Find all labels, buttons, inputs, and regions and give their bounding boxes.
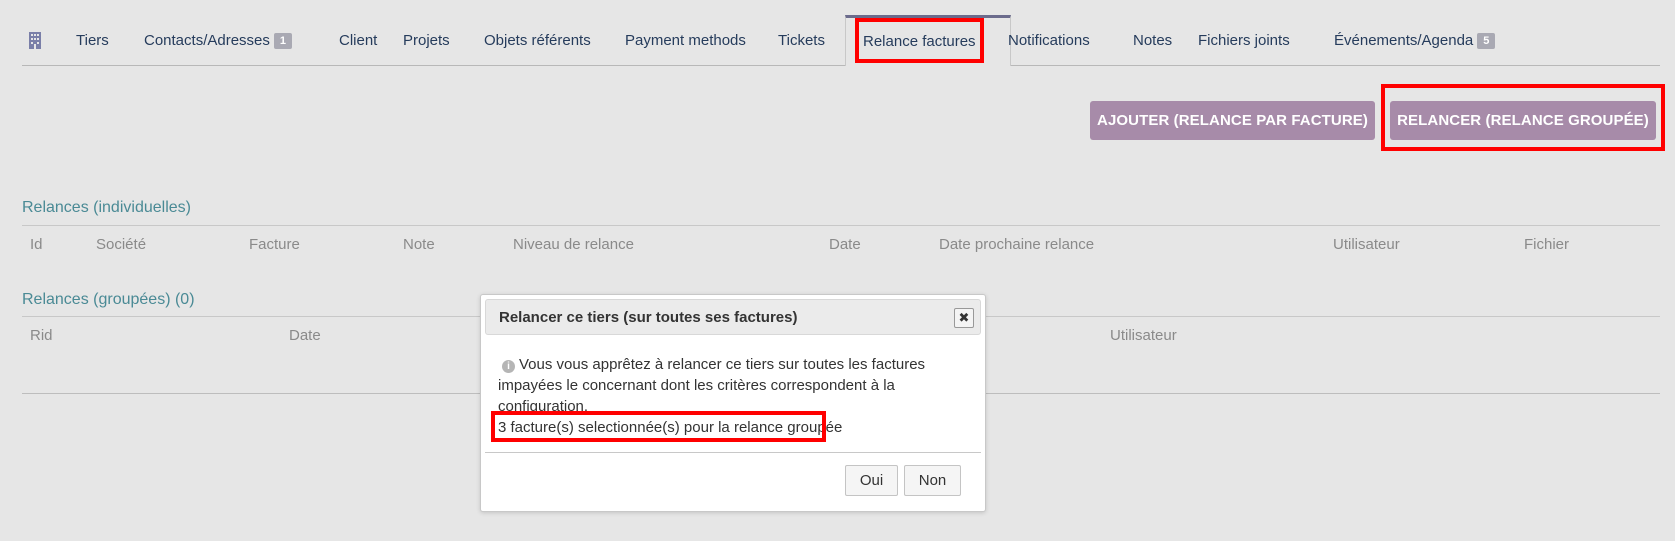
column-header: Date xyxy=(829,236,861,253)
tab-bar: Tiers Contacts/Adresses 1 Client Projets … xyxy=(22,15,1660,66)
tab-notes[interactable]: Notes xyxy=(1123,16,1182,65)
info-icon: i xyxy=(502,360,515,373)
individual-reminders-title: Relances (individuelles) xyxy=(22,199,191,216)
divider xyxy=(485,452,981,453)
add-reminder-per-invoice-button[interactable]: AJOUTER (RELANCE PAR FACTURE) xyxy=(1090,101,1375,140)
tab-client[interactable]: Client xyxy=(329,16,387,65)
count-badge: 1 xyxy=(273,33,293,49)
tab-tiers[interactable]: Tiers xyxy=(66,16,119,65)
divider xyxy=(22,225,1660,226)
tab-fichiers-joints[interactable]: Fichiers joints xyxy=(1188,16,1300,65)
tab-label: Tiers xyxy=(76,32,109,49)
tab-contacts-adresses[interactable]: Contacts/Adresses 1 xyxy=(134,16,302,65)
tab-projets[interactable]: Projets xyxy=(393,16,460,65)
tab-label: Projets xyxy=(403,32,450,49)
tab-label: Fichiers joints xyxy=(1198,32,1290,49)
tab-label: Événements/Agenda xyxy=(1334,32,1474,49)
tab-label: Client xyxy=(339,32,378,49)
column-header: Id xyxy=(30,236,43,253)
column-header: Note xyxy=(403,236,435,253)
column-header: Date xyxy=(289,327,321,344)
tab-label: Tickets xyxy=(778,32,825,49)
column-header: Fichier xyxy=(1524,236,1570,253)
column-header: Facture xyxy=(249,236,300,253)
building-icon[interactable] xyxy=(28,32,42,49)
tab-label: Contacts/Adresses xyxy=(144,32,270,49)
tab-evenements-agenda[interactable]: Événements/Agenda 5 xyxy=(1324,16,1505,65)
grouped-reminders-title: Relances (groupées) (0) xyxy=(22,291,195,308)
tab-label: Objets référents xyxy=(484,32,591,49)
dialog-title: Relancer ce tiers (sur toutes ses factur… xyxy=(499,309,798,326)
yes-button[interactable]: Oui xyxy=(845,465,898,496)
tab-label: Notifications xyxy=(1008,32,1090,49)
column-header: Date prochaine relance xyxy=(939,236,1095,253)
dialog-header: Relancer ce tiers (sur toutes ses factur… xyxy=(485,299,981,335)
column-header: Rid xyxy=(30,327,53,344)
tab-label: Payment methods xyxy=(625,32,746,49)
tab-objets-referents[interactable]: Objets référents xyxy=(474,16,601,65)
tab-tickets[interactable]: Tickets xyxy=(768,16,835,65)
count-badge: 5 xyxy=(1477,33,1496,49)
dialog-selection-count: 3 facture(s) selectionnée(s) pour la rel… xyxy=(498,419,843,436)
dialog-body: i Vous vous apprêtez à relancer ce tiers … xyxy=(498,354,968,438)
column-header: Utilisateur xyxy=(1110,327,1177,344)
tab-label: Notes xyxy=(1133,32,1173,49)
tab-notifications[interactable]: Notifications xyxy=(998,16,1100,65)
tab-relance-factures[interactable]: Relance factures xyxy=(845,15,1011,66)
grouped-reminder-button[interactable]: RELANCER (RELANCE GROUPÉE) xyxy=(1390,101,1656,140)
tab-label: Relance factures xyxy=(863,33,976,50)
tab-payment-methods[interactable]: Payment methods xyxy=(615,16,756,65)
column-header: Niveau de relance xyxy=(513,236,634,253)
dialog-message: Vous vous apprêtez à relancer ce tiers s… xyxy=(498,356,926,415)
confirm-dialog: Relancer ce tiers (sur toutes ses factur… xyxy=(480,294,986,512)
column-header: Utilisateur xyxy=(1333,236,1400,253)
no-button[interactable]: Non xyxy=(904,465,961,496)
column-header: Société xyxy=(96,236,147,253)
close-icon[interactable]: ✖ xyxy=(954,308,974,328)
